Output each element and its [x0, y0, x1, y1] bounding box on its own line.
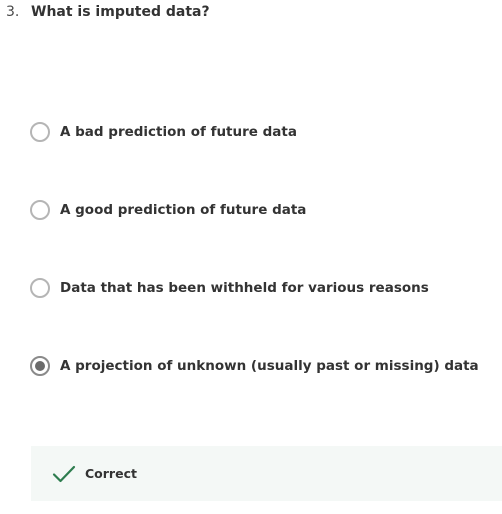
radio-button-icon[interactable] — [30, 200, 50, 220]
question-text: What is imputed data? — [31, 4, 210, 20]
option-label: A projection of unknown (usually past or… — [60, 358, 479, 374]
feedback-status: Correct — [85, 466, 137, 481]
question-number: 3. — [6, 4, 20, 20]
option-label: Data that has been withheld for various … — [60, 280, 429, 296]
option-label: A bad prediction of future data — [60, 124, 297, 140]
feedback-banner: Correct — [31, 446, 502, 501]
option-label: A good prediction of future data — [60, 202, 307, 218]
checkmark-icon — [52, 465, 76, 482]
radio-button-icon[interactable] — [30, 122, 50, 142]
answer-options: A bad prediction of future data A good p… — [30, 121, 502, 433]
radio-button-icon[interactable] — [30, 356, 50, 376]
option-2[interactable]: A good prediction of future data — [30, 199, 502, 221]
radio-button-icon[interactable] — [30, 278, 50, 298]
option-3[interactable]: Data that has been withheld for various … — [30, 277, 502, 299]
option-4[interactable]: A projection of unknown (usually past or… — [30, 355, 502, 377]
option-1[interactable]: A bad prediction of future data — [30, 121, 502, 143]
question-header: 3. What is imputed data? — [6, 4, 210, 20]
